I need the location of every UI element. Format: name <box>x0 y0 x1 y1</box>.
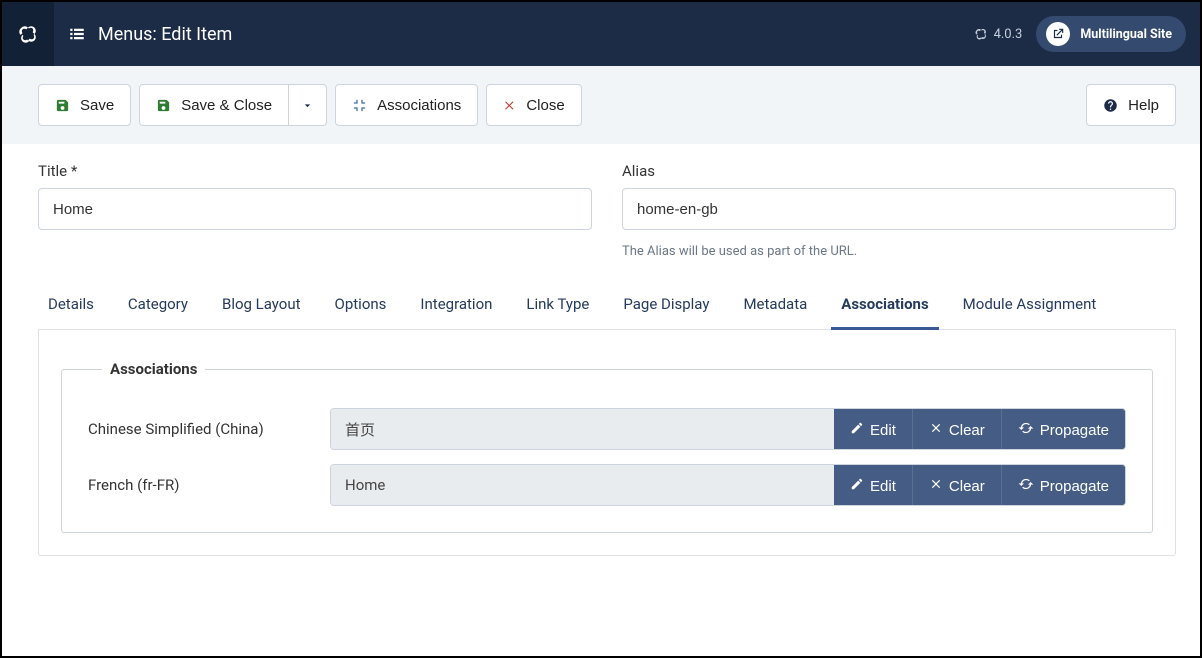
assoc-propagate-button[interactable]: Propagate <box>1001 465 1125 506</box>
help-button[interactable]: Help <box>1086 84 1176 126</box>
save-icon <box>55 98 70 113</box>
version-text: 4.0.3 <box>994 27 1023 42</box>
alias-help: The Alias will be used as part of the UR… <box>622 244 1176 259</box>
tab-category[interactable]: Category <box>118 283 198 330</box>
tab-integration[interactable]: Integration <box>410 283 502 330</box>
tab-metadata[interactable]: Metadata <box>733 283 817 330</box>
assoc-lang-label: French (fr-FR) <box>88 476 306 494</box>
tab-module-assignment[interactable]: Module Assignment <box>953 283 1107 330</box>
close-icon <box>503 99 516 112</box>
assoc-edit-button[interactable]: Edit <box>834 465 912 506</box>
associations-fieldset: Associations Chinese Simplified (China) … <box>61 360 1153 533</box>
save-close-dropdown[interactable] <box>289 84 327 126</box>
tab-link-type[interactable]: Link Type <box>516 283 599 330</box>
assoc-field: 首页 Edit Clear Propagate <box>330 408 1126 450</box>
form-row: Title * Alias The Alias will be used as … <box>38 162 1176 259</box>
tab-options[interactable]: Options <box>325 283 397 330</box>
refresh-icon <box>1018 476 1034 496</box>
assoc-lang-label: Chinese Simplified (China) <box>88 420 306 438</box>
site-pill[interactable]: Multilingual Site <box>1036 16 1186 52</box>
assoc-clear-button[interactable]: Clear <box>912 465 1001 506</box>
help-icon <box>1103 98 1118 113</box>
assoc-propagate-button[interactable]: Propagate <box>1001 409 1125 450</box>
title-label: Title * <box>38 162 592 180</box>
toolbar: Save Save & Close Associations Close <box>2 66 1200 144</box>
content: Title * Alias The Alias will be used as … <box>2 144 1200 574</box>
title-input[interactable] <box>38 188 592 230</box>
tab-panel: Associations Chinese Simplified (China) … <box>38 330 1176 556</box>
refresh-icon <box>1018 420 1034 440</box>
chevron-down-icon <box>301 99 314 112</box>
assoc-value: 首页 <box>331 409 834 449</box>
associations-legend: Associations <box>102 360 205 378</box>
save-button[interactable]: Save <box>38 84 131 126</box>
site-pill-label: Multilingual Site <box>1080 27 1172 42</box>
page-title: Menus: Edit Item <box>98 24 232 45</box>
assoc-edit-button[interactable]: Edit <box>834 409 912 450</box>
assoc-field: Home Edit Clear Propagate <box>330 464 1126 506</box>
edit-icon <box>850 421 864 439</box>
tab-blog-layout[interactable]: Blog Layout <box>212 283 311 330</box>
save-icon <box>156 98 171 113</box>
contract-icon <box>352 98 367 113</box>
tab-details[interactable]: Details <box>38 283 104 330</box>
assoc-clear-button[interactable]: Clear <box>912 409 1001 450</box>
page-title-wrapper: Menus: Edit Item <box>54 24 232 45</box>
associations-button[interactable]: Associations <box>335 84 478 126</box>
topbar: Menus: Edit Item 4.0.3 Multilingual Site <box>2 2 1200 66</box>
save-close-button[interactable]: Save & Close <box>139 84 289 126</box>
alias-input[interactable] <box>622 188 1176 230</box>
alias-label: Alias <box>622 162 1176 180</box>
list-icon <box>68 25 86 43</box>
close-button[interactable]: Close <box>486 84 581 126</box>
close-icon <box>929 421 943 439</box>
version-indicator[interactable]: 4.0.3 <box>974 27 1023 42</box>
close-icon <box>929 477 943 495</box>
association-row: Chinese Simplified (China) 首页 Edit Clear <box>88 408 1126 450</box>
external-link-icon <box>1046 22 1070 46</box>
save-close-group: Save & Close <box>139 84 327 126</box>
joomla-logo-icon[interactable] <box>2 2 54 66</box>
assoc-value: Home <box>331 465 834 505</box>
edit-icon <box>850 477 864 495</box>
tab-associations[interactable]: Associations <box>831 283 938 330</box>
tabs: Details Category Blog Layout Options Int… <box>38 283 1176 330</box>
tab-page-display[interactable]: Page Display <box>613 283 719 330</box>
association-row: French (fr-FR) Home Edit Clear <box>88 464 1126 506</box>
